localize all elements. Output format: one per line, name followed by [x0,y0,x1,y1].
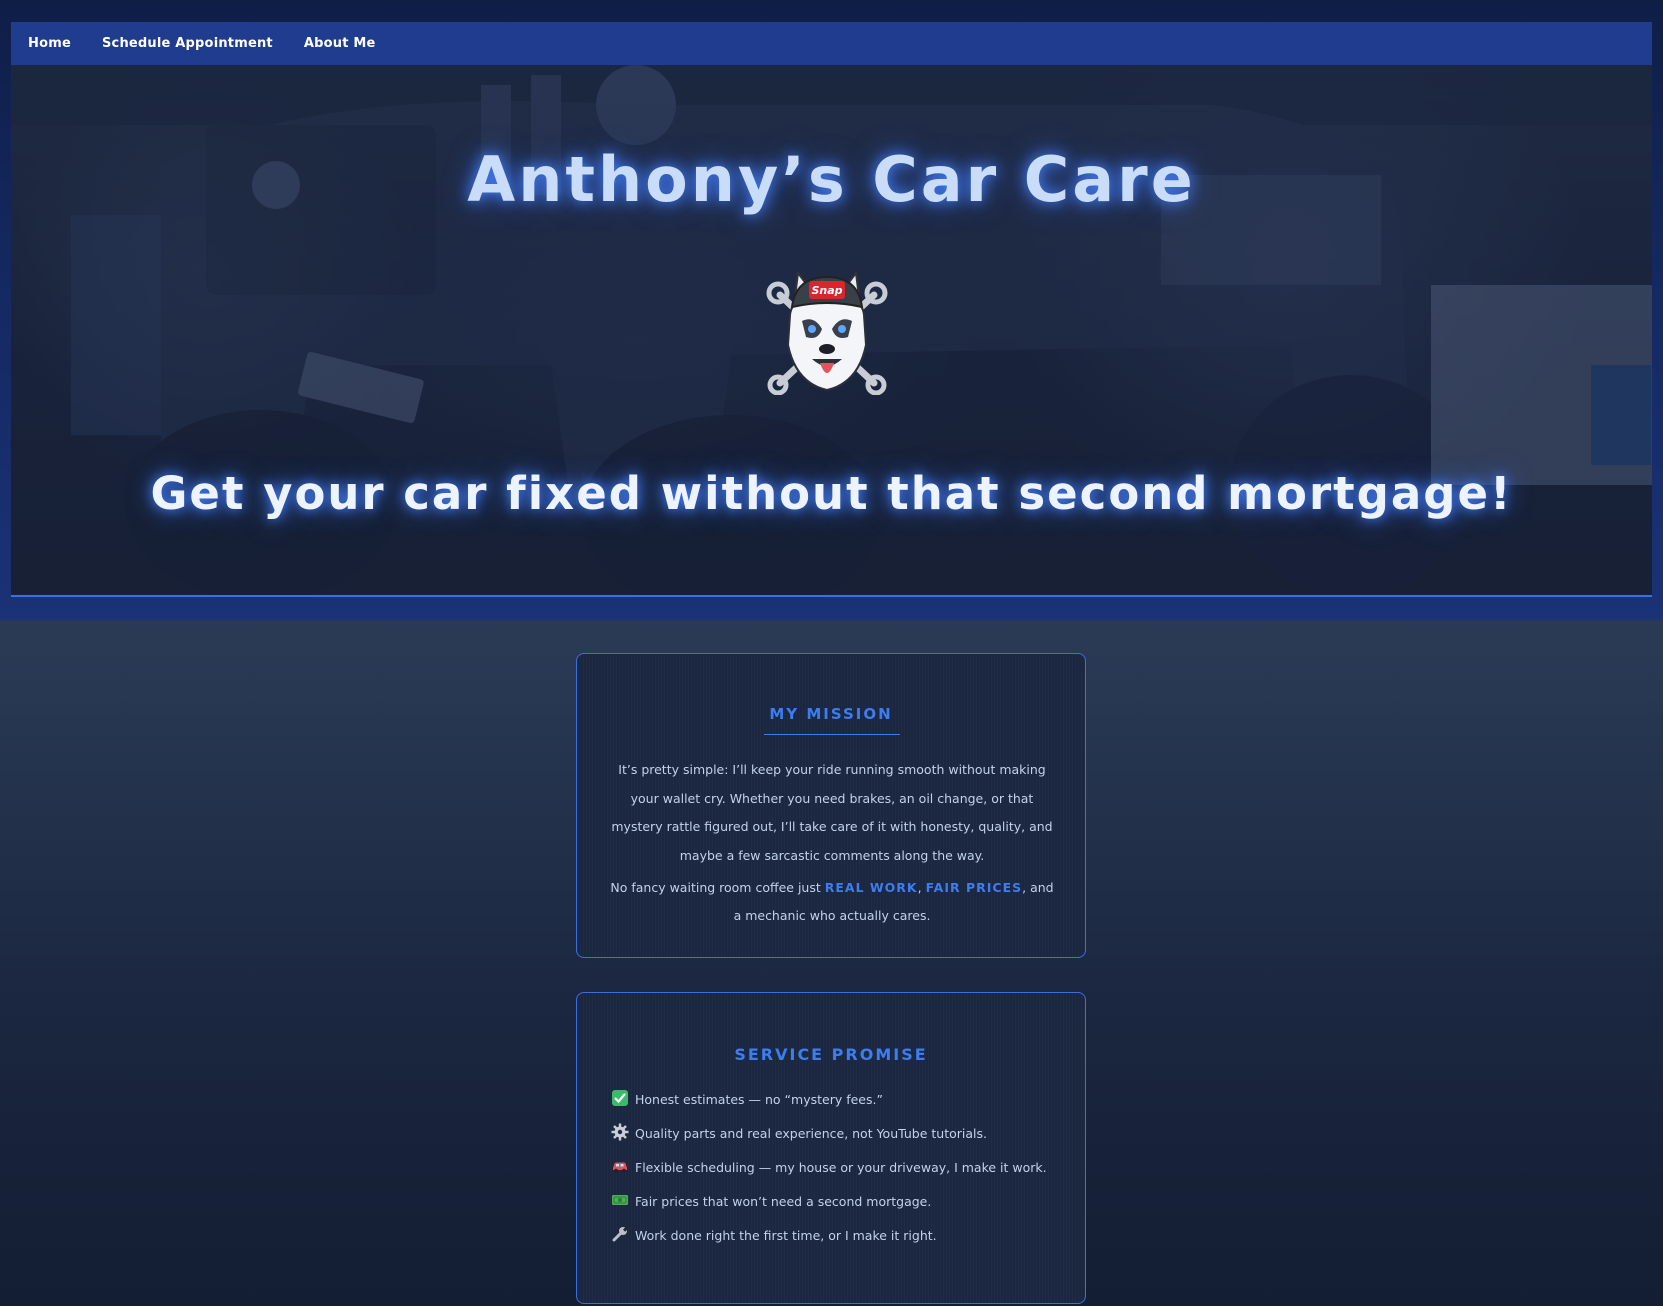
hero-banner: Anthony’s Car Care Snap Get your car fix… [11,65,1652,597]
fair-prices-highlight: FAIR PRICES [925,880,1023,895]
promise-item-text: Fair prices that won’t need a second mor… [635,1194,932,1209]
check-icon [612,1090,628,1106]
mission-paragraph-2: No fancy waiting room coffee just REAL W… [607,874,1057,930]
mission-paragraph: It’s pretty simple: I’ll keep your ride … [611,762,1053,863]
nav-home[interactable]: Home [28,36,71,51]
list-item: Work done right the first time, or I mak… [611,1221,1061,1250]
promise-item-text: Quality parts and real experience, not Y… [635,1126,987,1141]
car-icon [613,1162,627,1173]
top-nav: Home Schedule Appointment About Me [11,22,1652,65]
list-item: Fair prices that won’t need a second mor… [611,1187,1061,1216]
site-title: Anthony’s Car Care [467,143,1196,216]
mission-card: MY MISSION It’s pretty simple: I’ll keep… [576,653,1086,958]
logo-snap-text: Snap [811,284,842,297]
nav-schedule-appointment[interactable]: Schedule Appointment [102,36,273,51]
list-item: Honest estimates — no “mystery fees.” [611,1085,1061,1114]
promise-item-text: Flexible scheduling — my house or your d… [635,1160,1047,1175]
mission-heading: MY MISSION [769,705,893,723]
promise-item-text: Work done right the first time, or I mak… [635,1228,937,1243]
real-work-highlight: REAL WORK [824,880,918,895]
service-promise-heading: SERVICE PROMISE [734,1045,928,1064]
mission-para2-sep: , [917,880,926,895]
husky-mechanic-logo: Snap [766,270,888,395]
wrench-icon [612,1226,628,1242]
service-promise-card: SERVICE PROMISE Honest estimates — no “m… [576,992,1086,1304]
money-icon [612,1195,628,1205]
list-item: Quality parts and real experience, not Y… [611,1119,1061,1148]
promise-list: Honest estimates — no “mystery fees.” Qu… [611,1085,1061,1255]
mission-para2-prefix: No fancy waiting room coffee just [610,880,825,895]
promise-item-text: Honest estimates — no “mystery fees.” [635,1092,883,1107]
list-item: Flexible scheduling — my house or your d… [611,1153,1061,1182]
mission-divider [764,734,900,735]
hero-tagline: Get your car fixed without that second m… [150,467,1513,520]
nav-about-me[interactable]: About Me [304,36,376,51]
gear-icon [611,1123,629,1141]
